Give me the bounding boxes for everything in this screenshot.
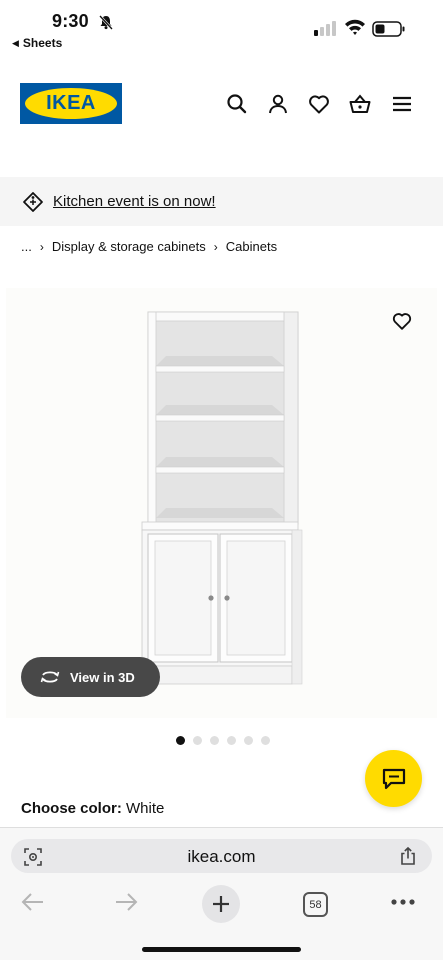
logo-text: IKEA [46, 92, 96, 114]
cellular-signal-icon [314, 21, 336, 36]
carousel-dot[interactable] [210, 736, 219, 745]
back-to-app-link[interactable]: ◀ Sheets [12, 36, 62, 50]
share-icon[interactable] [398, 846, 418, 866]
color-selector[interactable]: Choose color: White [21, 800, 164, 817]
add-to-favorites-heart-icon[interactable] [391, 310, 413, 332]
chevron-right-icon: › [213, 239, 218, 254]
status-bar: 9:30 ◀ Sheets [0, 0, 443, 56]
plus-icon [213, 896, 229, 912]
search-icon[interactable] [225, 92, 249, 116]
address-bar[interactable]: ikea.com [11, 839, 432, 873]
promo-banner-link[interactable]: Kitchen event is on now! [53, 193, 216, 210]
browser-toolbar: ikea.com 58 [0, 827, 443, 960]
view-in-3d-label: View in 3D [70, 669, 135, 685]
forward-arrow-icon[interactable] [113, 889, 139, 915]
home-indicator[interactable] [142, 947, 301, 952]
chat-support-button[interactable] [365, 750, 422, 807]
carousel-dot[interactable] [227, 736, 236, 745]
more-options-icon[interactable] [389, 889, 417, 915]
tab-count: 58 [309, 898, 322, 911]
color-value: White [126, 800, 165, 817]
tab-switcher-button[interactable]: 58 [303, 892, 328, 917]
back-arrow-icon[interactable] [20, 889, 46, 915]
carousel-dot[interactable] [176, 736, 185, 745]
color-label: Choose color: [21, 800, 122, 817]
back-app-label: Sheets [22, 36, 63, 50]
price-tag-icon [23, 191, 43, 212]
chevron-right-icon: › [39, 239, 44, 254]
user-profile-icon[interactable] [266, 92, 290, 116]
status-time: 9:30 [52, 11, 89, 31]
product-image-gallery[interactable]: View in 3D [6, 288, 437, 718]
view-in-3d-button[interactable]: View in 3D [21, 657, 160, 697]
breadcrumb-ellipsis[interactable]: ... [21, 239, 32, 254]
new-tab-button[interactable] [202, 885, 240, 923]
carousel-dot[interactable] [244, 736, 253, 745]
chat-bubble-icon [382, 768, 405, 789]
rotate-3d-icon [40, 671, 60, 683]
ikea-logo[interactable]: IKEA [20, 83, 122, 124]
browser-nav-toolbar: 58 [0, 883, 443, 923]
shopping-basket-icon[interactable] [348, 92, 372, 116]
battery-icon [372, 21, 405, 37]
carousel-dot[interactable] [193, 736, 202, 745]
wifi-icon [345, 19, 365, 35]
logo-oval: IKEA [25, 88, 117, 119]
hamburger-menu-icon[interactable] [390, 92, 414, 116]
site-header: IKEA [0, 76, 443, 132]
back-triangle-icon: ◀ [12, 37, 19, 48]
breadcrumb: ... › Display & storage cabinets › Cabin… [21, 239, 277, 254]
bell-muted-icon [99, 15, 113, 30]
image-carousel-dots [176, 736, 270, 745]
breadcrumb-item-display-storage[interactable]: Display & storage cabinets [52, 239, 206, 254]
promo-banner[interactable]: Kitchen event is on now! [0, 177, 443, 226]
breadcrumb-item-cabinets[interactable]: Cabinets [226, 239, 277, 254]
heart-favorites-icon[interactable] [307, 92, 331, 116]
cabinet-product-image [141, 311, 303, 685]
url-text: ikea.com [187, 847, 256, 866]
carousel-dot[interactable] [261, 736, 270, 745]
